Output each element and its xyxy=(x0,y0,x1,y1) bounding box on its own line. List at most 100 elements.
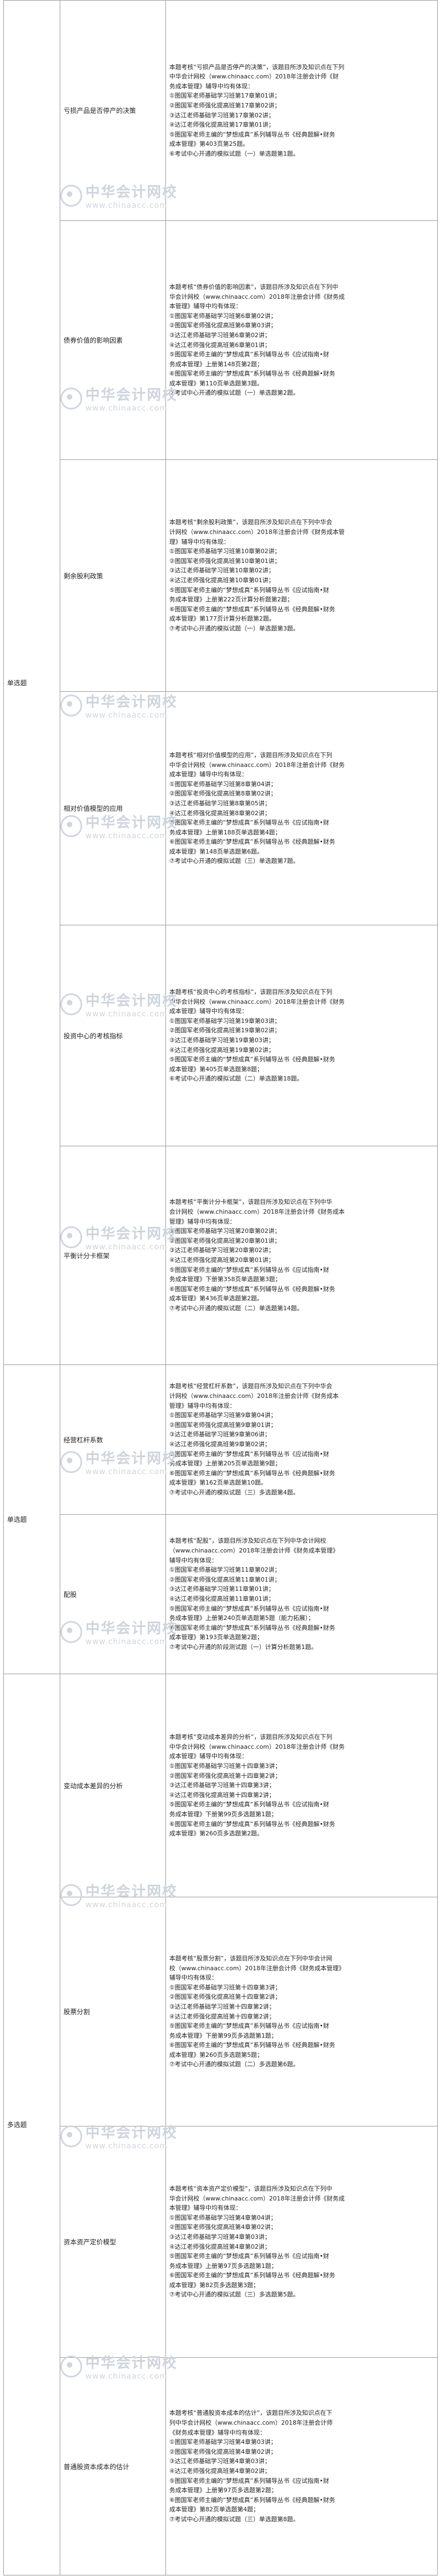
content-line: ⑦考试中心开通的模拟试题（二）多选题第6题。 xyxy=(169,2061,299,2068)
content-line: 务成本管理》上册第97页多选题第1题； xyxy=(169,2262,277,2270)
content-line: 成本管理》第436页单选题第2题。 xyxy=(169,1295,263,1303)
content-line: ⑥图国军老师主编的“梦想成真”系列辅导丛书《经典题解•财务 xyxy=(169,2042,335,2049)
content-line: 务成本管理》上册第240页单选题第5题（能力拓展）； xyxy=(169,1614,314,1622)
content-line: ④达江老师强化提高班第6章第01讲； xyxy=(169,341,271,349)
content-line: 成本管理》第148页单选题第6题。 xyxy=(169,848,263,855)
content-line: ⑤图国军老师主编的“梦想成真”系列辅导丛书《应试指南•财 xyxy=(169,1450,329,1458)
content-line: ⑦考试中心开通的模拟试题（二）单选题第14题。 xyxy=(169,1304,303,1312)
content-line: 辅导中均有体现： xyxy=(169,1974,217,1982)
content-line: 本题考核“平衡计分卡框架”，该题目所涉及知识点在下列中华 xyxy=(169,1198,333,1206)
content-line: ③达江老师基础学习班第8章第05讲； xyxy=(169,799,271,807)
content-line: 本管理》辅导中均有体现： xyxy=(169,303,242,310)
content-line: 成本管理》第260页多选题第5题； xyxy=(169,2051,263,2058)
content-line: ③达江老师基础学习班第19章第03讲； xyxy=(169,1037,274,1044)
content-line: ⑥图国军老师主编的“梦想成真”系列辅导丛书《经典题解•财务 xyxy=(169,838,335,846)
content-line: ④达江老师强化提高班第4章第02讲； xyxy=(169,2243,271,2250)
table-row: 多选题 变动成本差异的分析 本题考核“变动成本差异的分析”，该题目所涉及知识点在… xyxy=(3,1674,438,2575)
topic-cell: 相对价值模型的应用 xyxy=(60,691,166,925)
content-line: ⑥图国军老师主编的“梦想成真”系列辅导丛书《经典题解•财务 xyxy=(169,2272,335,2279)
content-line: ②图国军老师强化提高班第6章第03讲； xyxy=(169,322,277,329)
content-line: ⑤图国军老师主编的“梦想成真”系列辅导丛书《应试指南•财 xyxy=(169,1266,329,1273)
content-line: 本题考核“相对价值模型的应用”，该题目所涉及知识点在下列 xyxy=(169,751,333,759)
table-row: 普通股资本成本的估计 本题考核“普通股资本成本的估计”，该题目所涉及知识点在下列… xyxy=(4,2357,438,2575)
content-line: ⑤图国军老师主编的“梦想成真”系列辅导丛书《应试指南•财 xyxy=(169,2477,329,2484)
question-type-cell: 多选题 xyxy=(3,1674,60,2575)
content-line: 本管理》辅导中均有体现： xyxy=(169,2204,242,2212)
topic-cell: 配股 xyxy=(60,1514,166,1674)
content-cell: 本题考核“亏损产品是否停产的决策”，该题目所涉及知识点在下列 中华会计网校（www… xyxy=(165,0,438,221)
content-line: ③达江老师基础学习班第9章第06讲； xyxy=(169,1431,271,1438)
table-row: 配股 本题考核“配股”，该题目所涉及知识点在下列中华会计网校 （www.china… xyxy=(4,1514,438,1674)
knowledge-point-table-body: 单选题 亏损产品是否停产的决策 本题考核“亏损产品是否停产的决策”，该题目所涉及… xyxy=(3,0,438,2575)
content-line: ③达江老师基础学习班第20章第02讲； xyxy=(169,1247,274,1254)
content-line: 本题考核“普通股资本成本的估计”，该题目所涉及知识点在下 xyxy=(169,2409,333,2417)
content-line: ①图国军老师基础学习班第6章第02讲； xyxy=(169,312,277,320)
topic-cell: 投资中心的考核指标 xyxy=(60,925,166,1146)
table-row: 相对价值模型的应用 本题考核“相对价值模型的应用”，该题目所涉及知识点在下列 中华… xyxy=(4,691,438,925)
content-line: ④达江老师强化提高班第19章第02讲； xyxy=(169,1046,274,1054)
content-line: ②图国军老师强化提高班第4章第02讲； xyxy=(169,2224,277,2231)
content-line: ③达江老师基础学习班第11章第01讲； xyxy=(169,1585,274,1593)
content-line: ④达江老师强化提高班第十四章第2讲； xyxy=(169,1791,275,1799)
content-line: ⑤图国军老师主编的“梦想成真”系列辅导丛书《应试指南•财 xyxy=(169,2022,329,2030)
content-line: ③达江老师基础学习班第十四章第3讲； xyxy=(169,1782,275,1789)
content-line: 校（www.chinaacc.com）2018年注册会计师《财务成本管理》 xyxy=(169,1964,345,1972)
content-line: 成本管理》辅导中均有体现： xyxy=(169,1753,248,1760)
content-line: ⑤图国军老师主编的“梦想成真”系列辅导丛书《应试指南•财 xyxy=(169,1605,329,1612)
content-line: ⑥考试中心开通的模拟试题（一）单选题第1题。 xyxy=(169,150,299,157)
content-line: 中华会计网校（www.chinaacc.com）2018年注册会计师《财务 xyxy=(169,998,345,1005)
content-line: 管理》辅导中均有体现： xyxy=(169,1218,236,1225)
content-line: ⑦考试中心开通的模拟试题（一）单选题第2题。 xyxy=(169,389,299,397)
content-line: ⑤图国军老师主编的“梦想成真”系列辅导丛书《应试指南•财 xyxy=(169,819,329,827)
table-row: 剩余股利政策 本题考核“剩余股利政策”，该题目所涉及知识点在下列中华会 计网校（w… xyxy=(4,459,438,692)
content-line: （www.chinaacc.com）2018年注册会计师《财务成本管理》 xyxy=(169,1547,339,1555)
content-line: ⑤图国军老师主编的“梦想成真”系列辅导丛书《应试指南•财 xyxy=(169,2253,329,2260)
topic-cell: 变动成本差异的分析 xyxy=(60,1674,166,1897)
content-line: 中华会计网校（www.chinaacc.com）2018年注册会计师《财 xyxy=(169,73,339,81)
content-line: ⑦考试中心开通的模拟试题（三）单选题第7题。 xyxy=(169,857,299,865)
content-cell: 本题考核“变动成本差异的分析”，该题目所涉及知识点在下列 中华会计网校（www.c… xyxy=(165,1674,438,1897)
content-line: ②图国军老师强化提高班第10章第01讲； xyxy=(169,557,280,565)
content-line: 务成本管理》上册第222页计算分析题第2题； xyxy=(169,596,293,604)
content-cell: 本题考核“相对价值模型的应用”，该题目所涉及知识点在下列 中华会计网校（www.c… xyxy=(165,691,438,925)
content-line: ④达江老师强化提高班第8章第02讲； xyxy=(169,809,271,817)
content-line: ⑥图国军老师主编的“梦想成真”系列辅导丛书《经典题解•财务 xyxy=(169,1820,335,1828)
table-row: 投资中心的考核指标 本题考核“投资中心的考核指标”，该题目所涉及知识点在下列 中华… xyxy=(4,925,438,1146)
content-line: ④达江老师强化提高班第11章第01讲； xyxy=(169,1595,274,1602)
content-cell: 本题考核“股票分割”，该题目所涉及知识点在下列中华会计网 校（www.chinaa… xyxy=(165,1897,438,2126)
topic-cell: 亏损产品是否停产的决策 xyxy=(60,0,166,221)
content-line: ⑥图国军老师主编的“梦想成真”系列辅导丛书《经典题解•财务 xyxy=(169,605,335,613)
content-line: ②图国军老师强化提高班第十四章第2讲； xyxy=(169,1772,281,1779)
content-line: ②图国军老师强化提高班第19章第02讲； xyxy=(169,1027,280,1034)
content-line: 华会计网校（www.chinaacc.com）2018年注册会计师《财务成 xyxy=(169,293,345,300)
content-line: ⑥图国军老师主编的“梦想成真”系列辅导丛书《经典题解•财务 xyxy=(169,1285,335,1293)
content-line: ②图国军老师强化提高班第8章第02讲； xyxy=(169,790,277,798)
topic-cell: 股票分割 xyxy=(60,1897,166,2126)
content-line: 成本管理》辅导中均有体现： xyxy=(169,771,248,778)
content-line: ⑤图国军老师主编的“梦想成真”系列辅导丛书《应试指南•财 xyxy=(169,351,329,359)
content-line: 成本管理》第260页多选题第2题。 xyxy=(169,1830,263,1838)
content-line: ①图国军老师基础学习班第19章第03讲； xyxy=(169,1017,280,1025)
topic-cell: 债券价值的影响因素 xyxy=(60,220,166,460)
content-line: 理》辅导中均有体现： xyxy=(169,538,230,545)
content-line: 成本管理》第403页第25题。 xyxy=(169,140,249,148)
content-line: ②图国军老师强化提高班第11章第01讲； xyxy=(169,1576,280,1583)
content-line: ②图国军老师强化提高班第20章第01讲； xyxy=(169,1237,280,1244)
content-line: 辅导中均有体现： xyxy=(169,1556,217,1564)
content-line: ④达江老师强化提高班第十四章第2讲； xyxy=(169,2012,275,2020)
content-line: ⑥图国军老师主编的“梦想成真”系列辅导丛书《经典题解•财务 xyxy=(169,2496,335,2504)
content-line: ④达江老师强化提高班第17章第01讲； xyxy=(169,121,274,129)
content-cell: 本题考核“配股”，该题目所涉及知识点在下列中华会计网校 （www.chinaacc… xyxy=(165,1514,438,1674)
content-line: ⑥图国军老师主编的“梦想成真”系列辅导丛书《经典题解•财务 xyxy=(169,1624,335,1631)
content-line: 成本管理》第193页单选题第2题； xyxy=(169,1634,263,1641)
content-line: ⑦考试中心开通的模拟试题（三）多选题第5题。 xyxy=(169,2291,299,2299)
question-type-cell: 单选题 xyxy=(3,1364,60,1674)
content-line: ③达江老师基础学习班第4章第03讲； xyxy=(169,2233,271,2241)
content-line: 务成本管理》上册第188页单选题第4题； xyxy=(169,828,281,836)
content-line: ③达江老师基础学习班第10章第02讲； xyxy=(169,567,274,575)
content-line: 华会计网校（www.chinaacc.com）2018年注册会计师《财务成 xyxy=(169,2194,345,2202)
content-line: 成本管理》第177页计算分析题第2题。 xyxy=(169,615,275,623)
content-line: 本题考核“亏损产品是否停产的决策”，该题目所涉及知识点在下列 xyxy=(169,63,345,71)
content-line: ⑤图国军老师主编的“梦想成真”系列辅导丛书《经典题解•财务 xyxy=(169,130,335,138)
content-line: 管理》辅导中均有体现： xyxy=(169,1402,236,1409)
